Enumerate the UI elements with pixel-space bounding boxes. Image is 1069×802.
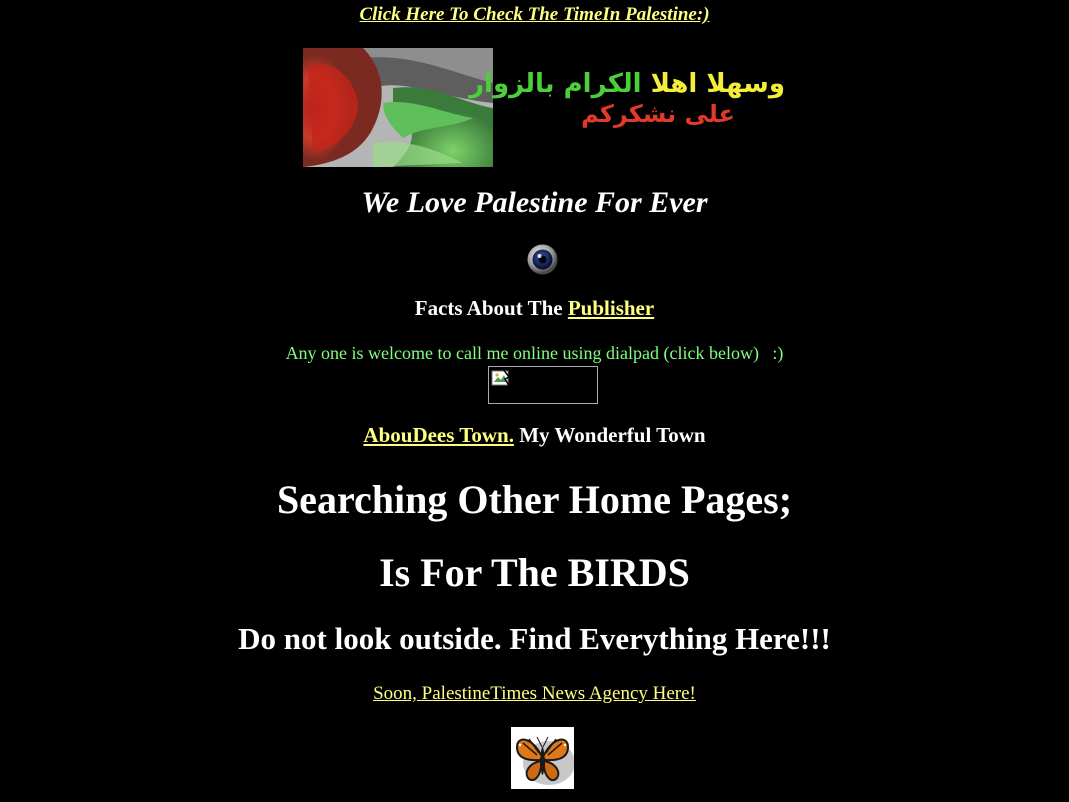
- dialpad-broken-image-link[interactable]: [488, 366, 598, 404]
- aboudees-town-link[interactable]: AbouDees Town.: [363, 423, 514, 447]
- arabic-welcome-text: وسهلا اهلا الكرام بالزوار على نشكركم: [469, 70, 785, 130]
- news-agency-link[interactable]: Soon, PalestineTimes News Agency Here!: [373, 683, 696, 704]
- town-line: AbouDees Town. My Wonderful Town: [0, 423, 1069, 448]
- butterfly-icon: [511, 727, 574, 789]
- dialpad-text: Any one is welcome to call me online usi…: [285, 343, 784, 363]
- eye-icon: [527, 244, 558, 275]
- searching-headline: Searching Other Home Pages;: [276, 477, 793, 522]
- arabic-welcome-line2: على نشكركم: [581, 100, 735, 128]
- arabic-welcome-green: الكرام بالزوار: [469, 69, 642, 99]
- welcome-banner: وسهلا اهلا الكرام بالزوار على نشكركم: [303, 48, 803, 168]
- arabic-welcome-yellow: وسهلا اهلا: [650, 69, 785, 99]
- facts-prefix: Facts About The: [414, 296, 563, 320]
- flag-icon: [303, 48, 493, 167]
- birds-headline: Is For The BIRDS: [379, 550, 690, 595]
- facts-about-publisher: Facts About The Publisher: [0, 296, 1069, 321]
- publisher-link[interactable]: Publisher: [568, 296, 654, 320]
- time-check-link[interactable]: Click Here To Check The TimeIn Palestine…: [359, 4, 709, 25]
- time-check-link-container: Click Here To Check The TimeIn Palestine…: [0, 4, 1069, 26]
- tagline: We Love Palestine For Ever: [361, 186, 708, 219]
- news-agency-container: Soon, PalestineTimes News Agency Here!: [0, 683, 1069, 705]
- broken-image-icon: [491, 369, 511, 389]
- outside-headline: Do not look outside. Find Everything Her…: [238, 621, 831, 656]
- arabic-welcome-line1: وسهلا اهلا الكرام بالزوار: [469, 70, 785, 98]
- town-suffix: My Wonderful Town: [513, 423, 706, 447]
